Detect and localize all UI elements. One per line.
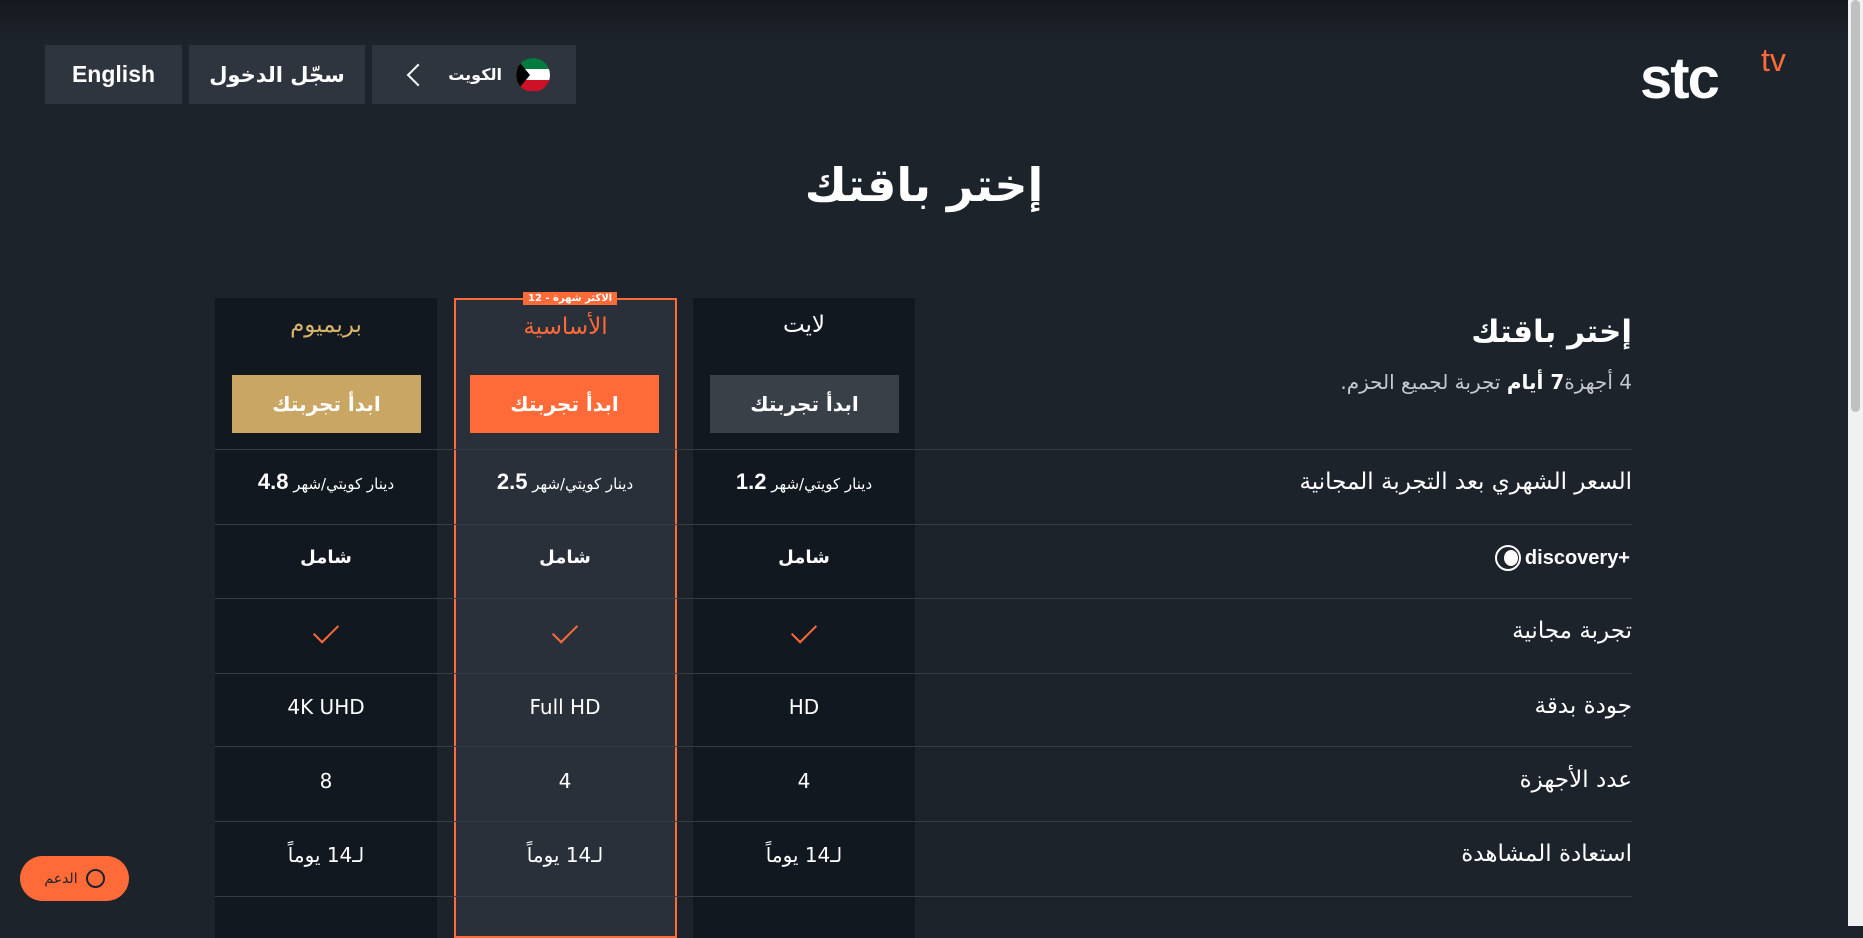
quality-premium: 4K UHD — [287, 695, 365, 719]
price-unit: دينار كويتي/شهر — [293, 475, 395, 493]
row-label-monthly-price: السعر الشهري بعد التجربة المجانية — [1299, 469, 1632, 495]
scrollbar[interactable] — [1848, 0, 1863, 926]
discovery-label-text: discovery+ — [1524, 546, 1630, 569]
support-button[interactable]: الدعم — [20, 856, 129, 901]
catchup-lite: لـ14 يوماً — [765, 843, 843, 867]
catchup-basic: لـ14 يوماً — [526, 843, 604, 867]
row-label-free-trial: تجربة مجانية — [1512, 618, 1632, 644]
chevron-left-icon — [406, 63, 430, 86]
logo-brand: stc — [1640, 46, 1720, 111]
price-unit: دينار كويتي/شهر — [532, 475, 634, 493]
kuwait-flag-icon — [516, 57, 550, 92]
row-label-devices: عدد الأجهزة — [1519, 767, 1632, 793]
login-button[interactable]: سجّل الدخول — [189, 45, 365, 104]
most-popular-badge: 12 - الاكثر شهرة — [523, 292, 618, 305]
price-basic: دينار كويتي/شهر 2.5 — [454, 469, 676, 495]
row-divider — [215, 449, 1632, 450]
country-label: الكويت — [448, 65, 502, 84]
row-label-quality: جودة بدقة — [1534, 693, 1632, 719]
free-trial-lite — [693, 617, 915, 644]
page-title: إختر باقتك — [804, 158, 1044, 212]
plan-name-lite: لايت — [782, 312, 826, 338]
row-divider — [215, 524, 1632, 525]
row-divider — [215, 821, 1632, 822]
discovery-premium: شامل — [300, 547, 352, 568]
plan-column-premium: بريميوم ابدأ تجربتك — [215, 298, 437, 938]
discovery-basic: شامل — [539, 547, 591, 568]
comparison-heading: إختر باقتك — [1471, 314, 1632, 350]
plan-column-basic: 12 - الاكثر شهرة الأساسية ابدأ تجربتك — [454, 292, 677, 938]
support-label: الدعم — [44, 870, 78, 887]
price-premium: دينار كويتي/شهر 4.8 — [215, 469, 437, 495]
price-value: 2.5 — [496, 469, 528, 494]
discovery-lite: شامل — [778, 547, 830, 568]
discovery-plus-label: discovery+ — [1494, 545, 1630, 571]
trial-note-days: 7 أيام — [1506, 370, 1565, 394]
logo-suffix: tv — [1761, 42, 1786, 78]
quality-basic: Full HD — [529, 695, 601, 719]
country-selector[interactable]: الكويت — [372, 45, 576, 104]
row-divider — [215, 746, 1632, 747]
catchup-premium: لـ14 يوماً — [287, 843, 365, 867]
check-icon — [312, 617, 340, 644]
plan-name-basic: الأساسية — [523, 314, 608, 340]
devices-premium: 8 — [319, 769, 333, 793]
row-divider — [215, 598, 1632, 599]
start-trial-basic-button[interactable]: ابدأ تجربتك — [470, 375, 659, 433]
quality-lite: HD — [788, 695, 820, 719]
trial-note-devices: 4 أجهزة — [1564, 370, 1632, 394]
top-shade — [0, 0, 1848, 40]
row-divider — [215, 673, 1632, 674]
price-value: 1.2 — [735, 469, 767, 494]
price-value: 4.8 — [257, 469, 289, 494]
discovery-logo-icon — [1494, 545, 1521, 571]
row-divider — [215, 896, 1632, 897]
row-label-catchup: استعادة المشاهدة — [1461, 841, 1632, 867]
start-trial-lite-button[interactable]: ابدأ تجربتك — [710, 375, 899, 433]
devices-lite: 4 — [797, 769, 811, 793]
devices-basic: 4 — [558, 769, 572, 793]
free-trial-basic — [454, 617, 676, 644]
chat-bubble-icon — [85, 869, 105, 888]
start-trial-premium-button[interactable]: ابدأ تجربتك — [232, 375, 421, 433]
plan-column-lite: لايت ابدأ تجربتك — [693, 298, 915, 938]
trial-note: 4 أجهزة7 أيام تجربة لجميع الحزم. — [1340, 370, 1632, 394]
free-trial-premium — [215, 617, 437, 644]
price-lite: دينار كويتي/شهر 1.2 — [693, 469, 915, 495]
check-icon — [551, 617, 579, 644]
check-icon — [790, 617, 818, 644]
scrollbar-thumb[interactable] — [1851, 0, 1860, 412]
stc-tv-logo[interactable]: stc tv — [1640, 40, 1800, 110]
trial-note-suffix: تجربة لجميع الحزم. — [1340, 370, 1507, 394]
plan-name-premium: بريميوم — [290, 312, 362, 338]
language-button[interactable]: English — [45, 45, 182, 104]
price-unit: دينار كويتي/شهر — [771, 475, 873, 493]
